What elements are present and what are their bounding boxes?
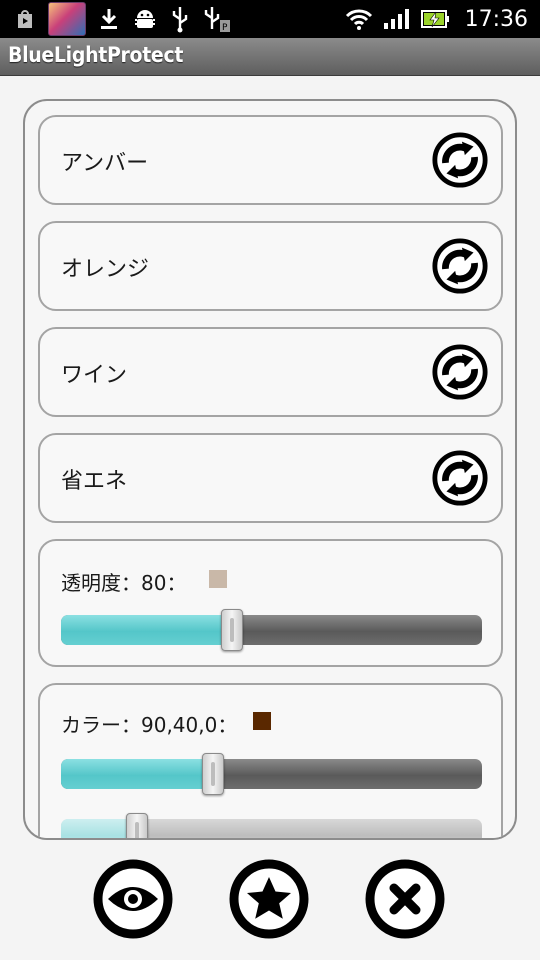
transparency-slider[interactable] (61, 609, 482, 651)
transparency-card: 透明度：80： (38, 539, 503, 667)
usb-storage-icon: P (204, 7, 230, 33)
system-icons: 17:36 (345, 4, 528, 34)
close-button[interactable] (365, 859, 445, 939)
preset-label: アンバー (61, 151, 149, 176)
usb-icon (172, 7, 188, 33)
slider-thumb[interactable] (125, 813, 148, 838)
color-slider-green[interactable] (61, 813, 482, 838)
status-bar: P 17:36 (0, 0, 540, 38)
preset-card-orange[interactable]: オレンジ (38, 221, 503, 311)
color-label: カラー：90,40,0： (61, 713, 238, 737)
preview-eye-button[interactable] (93, 859, 173, 939)
download-icon (101, 9, 117, 29)
preset-card-wine[interactable]: ワイン (38, 327, 503, 417)
transparency-label: 透明度：80： (61, 571, 187, 595)
transparency-color-swatch (209, 570, 227, 588)
title-bar: BlueLightProtect (0, 38, 540, 76)
slider-thumb[interactable] (201, 753, 224, 795)
clock: 17:36 (464, 6, 528, 32)
slider-thumb[interactable] (220, 609, 243, 651)
sync-icon[interactable] (431, 449, 489, 507)
preset-label: 省エネ (61, 469, 128, 494)
battery-charging-icon (420, 10, 449, 28)
settings-panel[interactable]: アンバー オレンジ ワイン 省エネ 透明度：80： カラー：90,40,0： (23, 99, 517, 840)
preset-label: ワイン (61, 363, 128, 388)
slider-fill (61, 759, 213, 789)
color-swatch (253, 712, 271, 730)
sync-icon[interactable] (431, 343, 489, 401)
app-title: BlueLightProtect (8, 43, 184, 67)
preset-label: オレンジ (61, 257, 150, 282)
notification-icons: P (14, 2, 232, 36)
play-store-icon (18, 10, 32, 28)
preset-card-eco[interactable]: 省エネ (38, 433, 503, 523)
preset-card-amber[interactable]: アンバー (38, 115, 503, 205)
svg-text:P: P (222, 23, 228, 33)
sync-icon[interactable] (431, 131, 489, 189)
game-notification-thumbnail (48, 2, 86, 36)
slider-fill (61, 615, 232, 645)
color-slider-red[interactable] (61, 753, 482, 795)
android-debug-icon (135, 10, 155, 28)
sync-icon[interactable] (431, 237, 489, 295)
favorite-star-button[interactable] (229, 859, 309, 939)
wifi-icon (345, 9, 372, 30)
color-card: カラー：90,40,0： (38, 683, 503, 838)
signal-icon (383, 9, 409, 29)
